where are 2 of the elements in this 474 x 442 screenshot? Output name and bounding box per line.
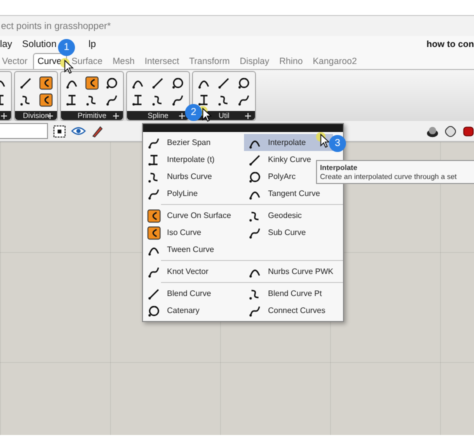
window-title: ect points in grasshopper* <box>1 20 111 32</box>
search-text: how to con <box>426 39 474 49</box>
